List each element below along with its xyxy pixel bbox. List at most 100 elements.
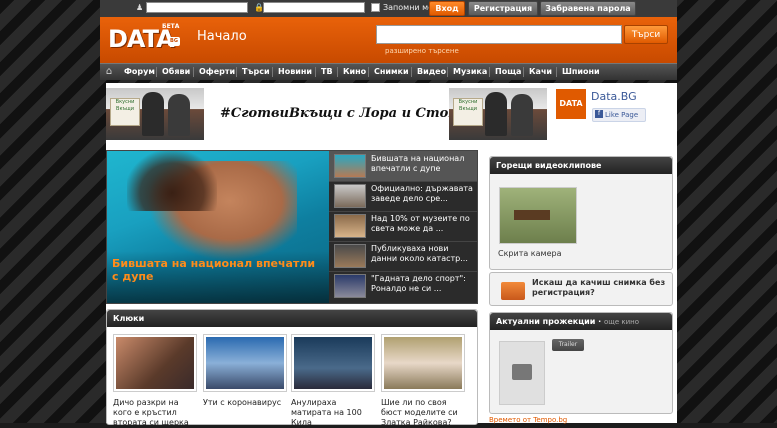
featured-list-item[interactable]: Публикуваха нови данни около катастр...	[329, 241, 477, 272]
facebook-icon: f	[595, 110, 603, 118]
upload-photo-icon	[501, 282, 525, 300]
gossip-item[interactable]: Дичо разкри на кого е кръстил втората си…	[113, 334, 199, 428]
gossip-item-title[interactable]: Дичо разкри на кого е кръстил втората си…	[113, 398, 199, 428]
remember-label: Запомни ме	[383, 3, 434, 12]
featured-item-title: Над 10% от музеите по света може да ...	[371, 214, 470, 233]
nav-item-ads[interactable]: Обяви	[162, 64, 190, 80]
featured-item-title: Бившата на национал впечатли с дупе	[371, 154, 465, 173]
gossip-item-title[interactable]: Шие ли по своя бюст моделите си Златка Р…	[381, 398, 467, 428]
gossip-item-title[interactable]: Ути с коронавирус	[203, 398, 289, 408]
page-title: Начало	[197, 29, 247, 44]
nav-separator	[337, 67, 338, 77]
promo-banner[interactable]: Вкусни Вкъщи #СготвиВкъщи с Лора и Стоян…	[106, 83, 550, 145]
nav-item-photos[interactable]: Снимки	[374, 64, 409, 80]
banner-hashtag: #СготвиВкъщи с Лора и Стоян	[220, 106, 469, 121]
site-header: DATA БЕТА BG Начало Търси разширено търс…	[100, 17, 677, 63]
featured-thumb	[334, 184, 366, 208]
trailer-button[interactable]: Trailer	[552, 339, 584, 351]
hot-videos-title: Горещи видеоклипове	[490, 157, 672, 174]
main-content: Вкусни Вкъщи #СготвиВкъщи с Лора и Стоян…	[106, 83, 677, 428]
nav-item-spies[interactable]: Шпиони	[562, 64, 600, 80]
gossip-image[interactable]	[291, 334, 375, 392]
featured-thumb	[334, 154, 366, 178]
upload-photo-box[interactable]: Искаш да качиш снимка без регистрация?	[489, 272, 673, 306]
projections-more-link[interactable]: още кино	[604, 318, 639, 326]
search-button[interactable]: Търси	[624, 25, 668, 44]
featured-caption[interactable]: Бившата на национал впечатли с дупе	[112, 257, 322, 283]
nav-item-mail[interactable]: Поща	[495, 64, 521, 80]
featured-list: Бившата на национал впечатли с дупе Офиц…	[329, 151, 477, 303]
lock-icon: 🔒	[254, 3, 264, 12]
gossip-image[interactable]	[203, 334, 287, 392]
gossip-item[interactable]: Анулираха матирата на 100 Кила	[291, 334, 377, 428]
banner-photo: Вкусни Вкъщи	[449, 88, 547, 140]
nav-separator	[368, 67, 369, 77]
remember-checkbox[interactable]	[371, 3, 380, 12]
featured-list-item[interactable]: Официално: държавата заведе дело сре...	[329, 181, 477, 212]
gossip-item[interactable]: Ути с коронавирус	[203, 334, 289, 408]
gossip-item[interactable]: Шие ли по своя бюст моделите си Златка Р…	[381, 334, 467, 428]
featured-thumb	[334, 244, 366, 268]
user-icon: ♟	[136, 3, 144, 12]
video-label[interactable]: Скрита камера	[498, 249, 561, 258]
nav-item-cinema[interactable]: Кино	[343, 64, 366, 80]
facebook-page-name[interactable]: Data.BG	[591, 90, 637, 103]
hot-videos-box: Горещи видеоклипове Скрита камера	[489, 156, 673, 270]
gossip-image[interactable]	[113, 334, 197, 392]
movie-poster[interactable]	[499, 341, 545, 405]
featured-item-title: "Гадната дело спорт": Роналдо не си ...	[371, 274, 466, 293]
gossip-section: Клюки Дичо разкри на кого е кръстил втор…	[106, 309, 478, 428]
featured-slider: Бившата на национал впечатли с дупе Бивш…	[106, 150, 478, 304]
nav-separator	[156, 67, 157, 77]
featured-list-item[interactable]: Над 10% от музеите по света може да ...	[329, 211, 477, 242]
banner-sign: Вкусни Вкъщи	[453, 98, 483, 126]
upload-photo-text[interactable]: Искаш да качиш снимка без регистрация?	[532, 278, 672, 298]
nav-item-music[interactable]: Музика	[453, 64, 487, 80]
username-input[interactable]	[146, 2, 248, 13]
nav-separator	[447, 67, 448, 77]
logo-beta: БЕТА	[162, 23, 180, 30]
nav-item-offers[interactable]: Оферти	[199, 64, 235, 80]
gossip-title: Клюки	[107, 310, 477, 327]
nav-item-search[interactable]: Търси	[242, 64, 270, 80]
banner-sign: Вкусни Вкъщи	[110, 98, 140, 126]
nav-separator	[272, 67, 273, 77]
nav-separator	[315, 67, 316, 77]
projections-box: Актуални прожекции · още кино Trailer	[489, 312, 673, 414]
featured-image[interactable]: Бившата на национал впечатли с дупе	[107, 151, 329, 303]
nav-item-news[interactable]: Новини	[278, 64, 312, 80]
nav-separator	[523, 67, 524, 77]
site-logo[interactable]: DATA БЕТА BG	[108, 23, 180, 53]
gossip-item-title[interactable]: Анулираха матирата на 100 Кила	[291, 398, 377, 428]
featured-thumb	[334, 214, 366, 238]
home-icon[interactable]: ⌂	[103, 66, 115, 78]
advanced-search-link[interactable]: разширено търсене	[385, 47, 459, 55]
projections-title: Актуални прожекции	[496, 317, 596, 326]
camera-icon	[512, 364, 532, 380]
nav-separator	[236, 67, 237, 77]
featured-item-title: Публикуваха нови данни около катастр...	[371, 244, 468, 263]
site-wrapper: ♟ 🔒 Запомни ме Вход Регистрация Забравен…	[100, 0, 677, 428]
search-input[interactable]	[376, 25, 622, 44]
password-input[interactable]	[263, 2, 365, 13]
featured-list-item[interactable]: "Гадната дело спорт": Роналдо не си ...	[329, 271, 477, 301]
facebook-page-logo[interactable]: DATA	[556, 89, 586, 119]
login-bar: ♟ 🔒 Запомни ме Вход Регистрация Забравен…	[100, 0, 677, 18]
nav-separator	[489, 67, 490, 77]
forgot-password-button[interactable]: Забравена парола	[540, 1, 636, 16]
login-button[interactable]: Вход	[429, 1, 465, 16]
nav-item-tv[interactable]: ТВ	[321, 64, 333, 80]
featured-thumb	[334, 274, 366, 298]
video-thumbnail[interactable]	[499, 187, 577, 244]
register-button[interactable]: Регистрация	[468, 1, 538, 16]
facebook-like-button[interactable]: f Like Page	[592, 108, 646, 122]
nav-item-video[interactable]: Видео	[417, 64, 446, 80]
gossip-image[interactable]	[381, 334, 465, 392]
nav-separator	[193, 67, 194, 77]
nav-item-upload[interactable]: Качи	[529, 64, 552, 80]
banner-photo: Вкусни Вкъщи	[106, 88, 204, 140]
featured-list-item[interactable]: Бившата на национал впечатли с дупе	[329, 151, 477, 182]
nav-item-forum[interactable]: Форум	[124, 64, 155, 80]
main-nav: ⌂ Форум Обяви Оферти Търси Новини ТВ Кин…	[100, 63, 677, 80]
nav-separator	[411, 67, 412, 77]
